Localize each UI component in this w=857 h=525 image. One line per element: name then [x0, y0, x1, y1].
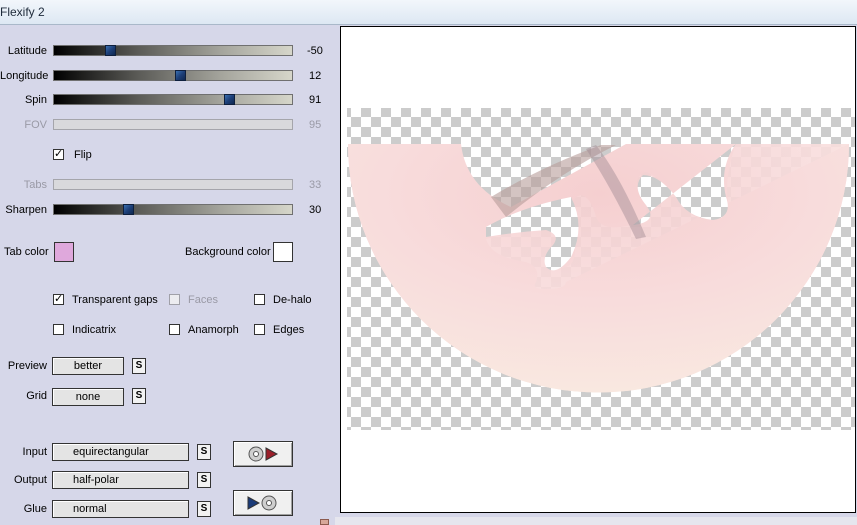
anamorph-checkbox[interactable] — [169, 324, 180, 335]
play-disc-icon — [247, 495, 277, 511]
output-label: Output — [13, 474, 47, 486]
sharpen-label: Sharpen — [5, 204, 47, 216]
grid-label: Grid — [26, 390, 47, 402]
output-projection-select[interactable]: half-polar — [52, 471, 189, 489]
longitude-value: 12 — [309, 70, 322, 82]
background-color-swatch[interactable] — [273, 242, 293, 262]
glue-select[interactable]: normal — [52, 500, 189, 518]
window-title: Flexify 2 — [0, 5, 45, 19]
grid-select[interactable]: none — [52, 388, 124, 406]
tabs-label: Tabs — [23, 179, 47, 191]
tab-color-swatch[interactable] — [54, 242, 74, 262]
preview-s-button[interactable]: S — [132, 358, 146, 374]
scrollbar-thumb[interactable] — [320, 519, 329, 525]
de-halo-label: De-halo — [273, 294, 312, 306]
longitude-slider-thumb[interactable] — [175, 70, 187, 81]
tabs-value: 33 — [309, 179, 322, 191]
output-s-button[interactable]: S — [197, 472, 211, 488]
de-halo-checkbox[interactable] — [254, 294, 265, 305]
title-bar: Flexify 2 — [0, 0, 857, 25]
disc-play-icon — [248, 446, 279, 462]
anamorph-label: Anamorph — [188, 324, 239, 336]
latitude-label: Latitude — [7, 45, 47, 57]
tabs-slider — [53, 179, 293, 190]
faces-checkbox — [169, 294, 180, 305]
edges-checkbox[interactable] — [254, 324, 265, 335]
indicatrix-label: Indicatrix — [72, 324, 117, 336]
spin-slider-thumb[interactable] — [223, 94, 235, 105]
sharpen-value: 30 — [309, 204, 322, 216]
edges-label: Edges — [273, 324, 305, 336]
latitude-slider-thumb[interactable] — [104, 45, 116, 56]
faces-label: Faces — [188, 294, 218, 306]
sharpen-slider-thumb[interactable] — [122, 204, 134, 215]
glue-label: Glue — [23, 503, 47, 515]
horizontal-scrollbar[interactable] — [335, 517, 857, 525]
input-projection-select[interactable]: equirectangular — [52, 443, 189, 461]
background-color-label: Background color — [185, 246, 271, 258]
indicatrix-checkbox[interactable] — [53, 324, 64, 335]
preview-image — [347, 108, 855, 430]
spin-label: Spin — [24, 94, 47, 106]
spin-value: 91 — [309, 94, 322, 106]
fov-label: FOV — [24, 119, 47, 131]
transparent-gaps-checkbox[interactable]: ✓ — [53, 294, 64, 305]
preview-select[interactable]: better — [52, 357, 124, 375]
fov-value: 95 — [309, 119, 322, 131]
latitude-value: -50 — [307, 45, 323, 57]
spin-slider[interactable] — [53, 94, 293, 105]
flip-checkbox[interactable]: ✓ — [53, 149, 64, 160]
transparent-gaps-label: Transparent gaps — [72, 294, 158, 306]
glue-s-button[interactable]: S — [197, 501, 211, 517]
tab-color-label: Tab color — [4, 246, 49, 258]
grid-s-button[interactable]: S — [132, 388, 146, 404]
longitude-slider[interactable] — [53, 70, 293, 81]
load-settings-button[interactable] — [233, 441, 293, 467]
preview-canvas[interactable] — [340, 26, 856, 513]
latitude-slider[interactable] — [53, 45, 293, 56]
longitude-label: Longitude — [0, 70, 49, 82]
input-s-button[interactable]: S — [197, 444, 211, 460]
preview-label: Preview — [7, 360, 47, 372]
fov-slider — [53, 119, 293, 130]
input-label: Input — [22, 446, 47, 458]
sharpen-slider[interactable] — [53, 204, 293, 215]
flip-label: Flip — [74, 149, 92, 161]
save-settings-button[interactable] — [233, 490, 293, 516]
